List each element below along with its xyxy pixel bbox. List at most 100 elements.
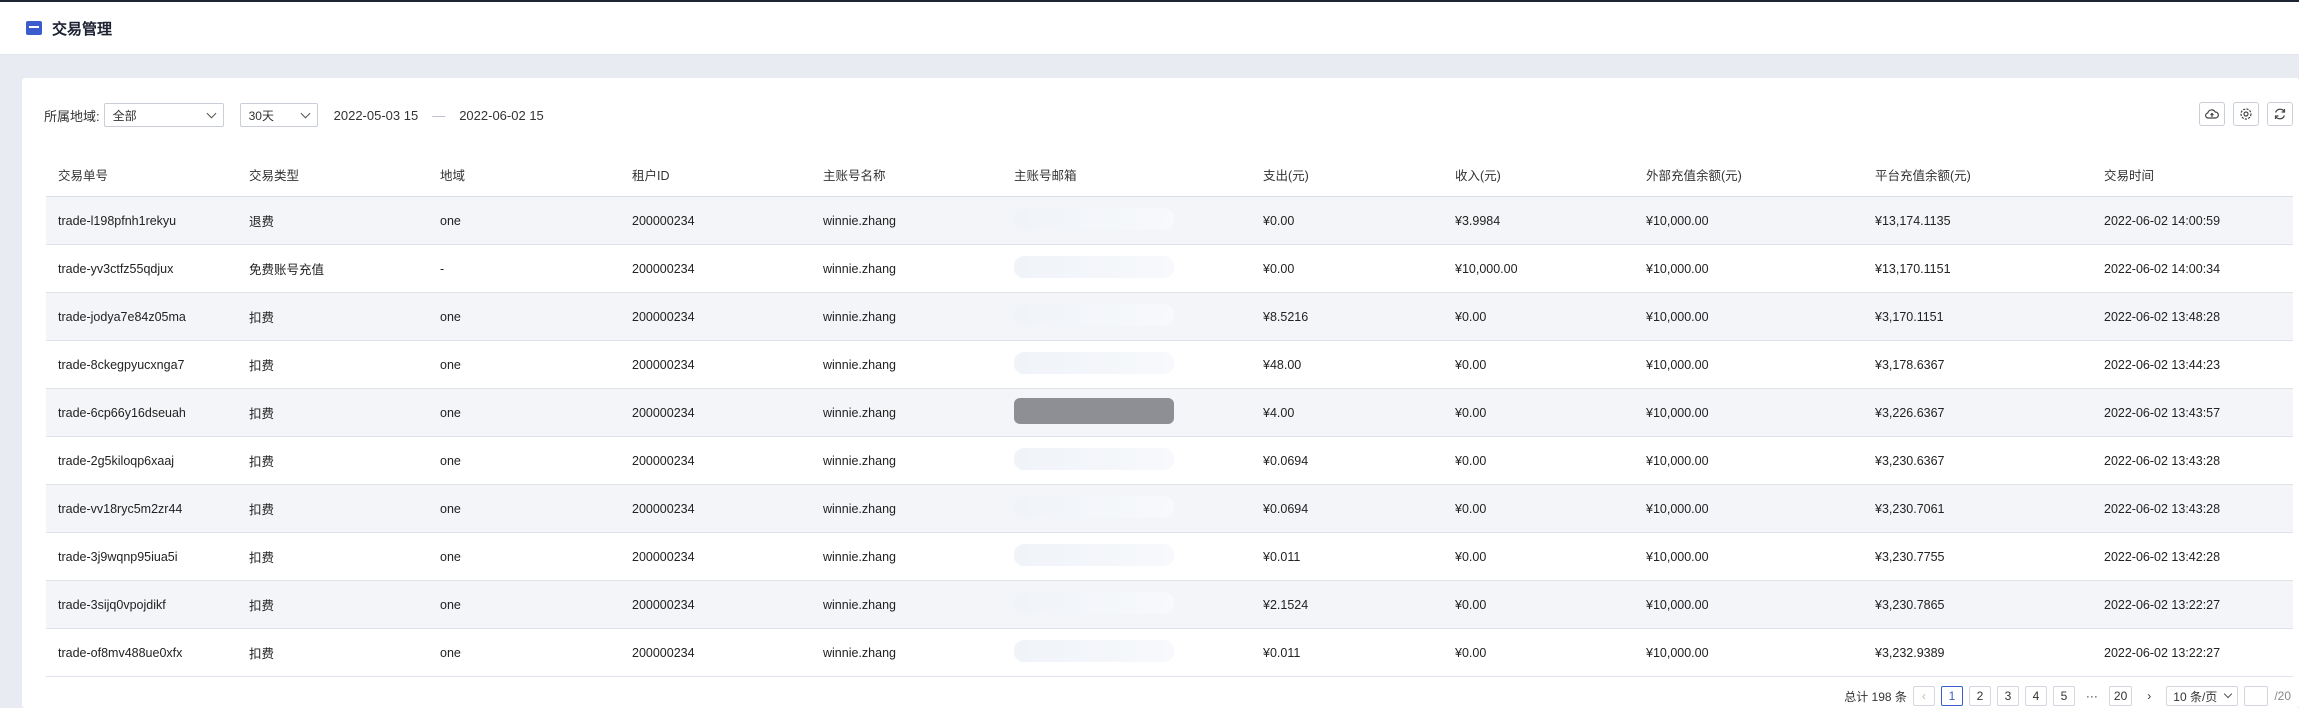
external-balance-cell: ¥10,000.00 bbox=[1634, 628, 1863, 677]
page-button[interactable]: 2 bbox=[1968, 686, 1991, 706]
region-cell: one bbox=[428, 580, 620, 629]
page-button[interactable]: 3 bbox=[1996, 686, 2019, 706]
page-button[interactable]: 4 bbox=[2024, 686, 2047, 706]
page-size-value: 10 条/页 bbox=[2173, 689, 2218, 704]
column-header[interactable]: 主账号名称 bbox=[811, 152, 1002, 197]
refresh-button[interactable] bbox=[2267, 102, 2293, 126]
region-cell: one bbox=[428, 340, 620, 389]
platform-balance-cell: ¥3,230.7755 bbox=[1863, 532, 2092, 581]
region-cell: one bbox=[428, 436, 620, 485]
external-balance-cell: ¥10,000.00 bbox=[1634, 340, 1863, 389]
period-select-value: 30天 bbox=[248, 108, 274, 123]
table-row[interactable]: trade-yv3ctfz55qdjux 免费账号充值 -200000234 winn… bbox=[46, 244, 2293, 293]
column-header[interactable]: 主账号邮箱 bbox=[1002, 152, 1251, 197]
date-end[interactable]: 2022-06-02 15 bbox=[459, 108, 544, 123]
expense-cell: ¥0.011 bbox=[1251, 628, 1443, 677]
trade-time-cell: 2022-06-02 13:22:27 bbox=[2092, 628, 2293, 677]
table-row[interactable]: trade-2g5kiloqp6xaaj 扣费 one 200000234 winnie… bbox=[46, 436, 2293, 485]
page-size-select[interactable]: 10 条/页 bbox=[2166, 686, 2239, 706]
column-header[interactable]: 收入(元) bbox=[1443, 152, 1634, 197]
account-email-cell bbox=[1002, 340, 1251, 389]
export-button[interactable] bbox=[2199, 102, 2225, 126]
redacted-email bbox=[1014, 256, 1174, 278]
income-cell: ¥0.00 bbox=[1443, 580, 1634, 629]
external-balance-cell: ¥10,000.00 bbox=[1634, 244, 1863, 293]
tenant-id-cell: 200000234 bbox=[620, 628, 811, 677]
account-email-cell bbox=[1002, 580, 1251, 629]
platform-balance-cell: ¥13,170.1151 bbox=[1863, 244, 2092, 293]
trade-time-cell: 2022-06-02 13:22:27 bbox=[2092, 580, 2293, 629]
tenant-id-cell: 200000234 bbox=[620, 484, 811, 533]
column-header[interactable]: 地域 bbox=[428, 152, 620, 197]
page-ellipsis[interactable]: ··· bbox=[2080, 686, 2103, 706]
account-email-cell bbox=[1002, 244, 1251, 293]
trade-id-cell: trade-jodya7e84z05ma bbox=[46, 292, 237, 341]
table-row[interactable]: trade-of8mv488ue0xfx 扣费 one 200000234 winnie… bbox=[46, 628, 2293, 677]
chevron-down-icon bbox=[2224, 689, 2233, 699]
income-cell: ¥0.00 bbox=[1443, 292, 1634, 341]
trade-id-cell: trade-6cp66y16dseuah bbox=[46, 388, 237, 437]
redacted-email bbox=[1014, 496, 1174, 518]
account-name-cell: winnie.zhang bbox=[811, 436, 1002, 485]
trade-type-cell: 扣费 bbox=[237, 532, 428, 581]
trade-type-cell: 扣费 bbox=[237, 292, 428, 341]
pagination: 总计 198 条 ‹ 1 2 3 4 5 ··· 20 › 10 条/页 /20 bbox=[1844, 686, 2291, 706]
table-row[interactable]: trade-jodya7e84z05ma 扣费 one 200000234 winnie… bbox=[46, 292, 2293, 341]
page-jump-input[interactable] bbox=[2244, 686, 2269, 706]
region-select-value: 全部 bbox=[112, 108, 137, 123]
table-row[interactable]: trade-vv18ryc5m2zr44 扣费 one 200000234 winnie… bbox=[46, 484, 2293, 533]
account-email-cell bbox=[1002, 388, 1251, 437]
trade-time-cell: 2022-06-02 13:42:28 bbox=[2092, 532, 2293, 581]
table-row[interactable]: trade-l198pfnh1rekyu 退费 one 200000234 winnie… bbox=[46, 196, 2293, 245]
trade-id-cell: trade-l198pfnh1rekyu bbox=[46, 196, 237, 245]
expense-cell: ¥48.00 bbox=[1251, 340, 1443, 389]
table-row[interactable]: trade-3sijq0vpojdikf 扣费 one 200000234 winnie… bbox=[46, 580, 2293, 629]
column-header[interactable]: 交易时间 bbox=[2092, 152, 2293, 197]
column-header[interactable]: 支出(元) bbox=[1251, 152, 1443, 197]
refresh-icon bbox=[2274, 108, 2286, 120]
platform-balance-cell: ¥3,170.1151 bbox=[1863, 292, 2092, 341]
column-header[interactable]: 租户ID bbox=[620, 152, 811, 197]
trade-type-cell: 扣费 bbox=[237, 580, 428, 629]
trade-id-cell: trade-2g5kiloqp6xaaj bbox=[46, 436, 237, 485]
expense-cell: ¥0.00 bbox=[1251, 196, 1443, 245]
period-select[interactable]: 30天 bbox=[239, 103, 318, 127]
prev-page-button[interactable]: ‹ bbox=[1912, 686, 1935, 706]
next-page-button[interactable]: › bbox=[2138, 686, 2161, 706]
trade-type-cell: 扣费 bbox=[237, 340, 428, 389]
date-separator: — bbox=[432, 107, 446, 123]
region-select[interactable]: 全部 bbox=[103, 103, 224, 127]
region-cell: one bbox=[428, 628, 620, 677]
income-cell: ¥0.00 bbox=[1443, 340, 1634, 389]
column-header[interactable]: 外部充值余额(元) bbox=[1634, 152, 1863, 197]
page-button[interactable]: 20 bbox=[2108, 686, 2133, 706]
settings-button[interactable] bbox=[2233, 102, 2259, 126]
chevron-down-icon bbox=[206, 108, 217, 118]
trade-time-cell: 2022-06-02 14:00:34 bbox=[2092, 244, 2293, 293]
trade-time-cell: 2022-06-02 13:43:57 bbox=[2092, 388, 2293, 437]
expense-cell: ¥8.5216 bbox=[1251, 292, 1443, 341]
trade-type-cell: 免费账号充值 bbox=[237, 244, 428, 293]
page-button[interactable]: 5 bbox=[2052, 686, 2075, 706]
platform-balance-cell: ¥3,230.6367 bbox=[1863, 436, 2092, 485]
table-row[interactable]: trade-3j9wqnp95iua5i 扣费 one 200000234 winnie… bbox=[46, 532, 2293, 581]
settings-icon bbox=[2240, 108, 2252, 120]
platform-balance-cell: ¥3,232.9389 bbox=[1863, 628, 2092, 677]
expense-cell: ¥0.011 bbox=[1251, 532, 1443, 581]
page-button[interactable]: 1 bbox=[1940, 686, 1963, 706]
column-header[interactable]: 平台充值余额(元) bbox=[1863, 152, 2092, 197]
external-balance-cell: ¥10,000.00 bbox=[1634, 580, 1863, 629]
account-email-cell bbox=[1002, 532, 1251, 581]
table-row[interactable]: trade-8ckegpyucxnga7 扣费 one 200000234 winnie… bbox=[46, 340, 2293, 389]
date-start[interactable]: 2022-05-03 15 bbox=[334, 108, 419, 123]
page-title: 交易管理 bbox=[52, 20, 113, 38]
table-row[interactable]: trade-6cp66y16dseuah 扣费 one 200000234 winnie… bbox=[46, 388, 2293, 437]
date-range-picker[interactable]: 2022-05-03 15 — 2022-06-02 15 bbox=[334, 108, 544, 123]
income-cell: ¥0.00 bbox=[1443, 436, 1634, 485]
trade-type-cell: 扣费 bbox=[237, 388, 428, 437]
account-name-cell: winnie.zhang bbox=[811, 580, 1002, 629]
column-header[interactable]: 交易类型 bbox=[237, 152, 428, 197]
platform-balance-cell: ¥3,178.6367 bbox=[1863, 340, 2092, 389]
region-cell: - bbox=[428, 244, 620, 293]
column-header[interactable]: 交易单号 bbox=[46, 152, 237, 197]
